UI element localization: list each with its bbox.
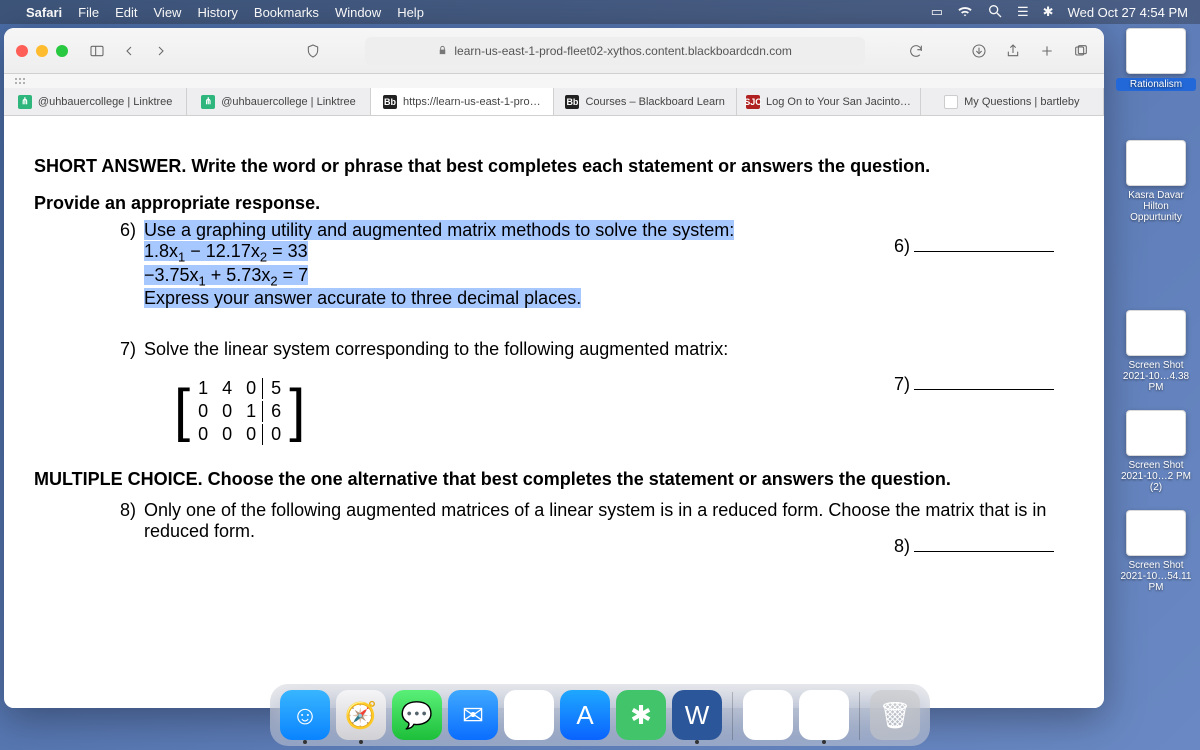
tab-label: Courses – Blackboard Learn (585, 96, 724, 108)
tab-label: @uhbauercollege | Linktree (38, 96, 173, 108)
tab-label: @uhbauercollege | Linktree (221, 96, 356, 108)
amphetamine-icon[interactable]: ✱ (1043, 4, 1054, 20)
page-content: SHORT ANSWER. Write the word or phrase t… (4, 116, 1104, 708)
close-button[interactable] (16, 45, 28, 57)
file-thumb-icon (1126, 28, 1186, 74)
dock-chrome[interactable]: ◯ (799, 690, 849, 740)
provide-subheading: Provide an appropriate response. (34, 193, 1074, 214)
q6-text: Use a graphing utility and augmented mat… (144, 220, 734, 240)
tab-label: Log On to Your San Jacinto… (766, 96, 911, 108)
tab-bar: ⋔ @uhbauercollege | Linktree ⋔ @uhbauercoll… (4, 88, 1104, 116)
desktop-file-2[interactable]: Screen Shot 2021-10…4.38 PM (1116, 310, 1196, 393)
favicon-icon: Bb (383, 95, 397, 109)
tab-1[interactable]: ⋔ @uhbauercollege | Linktree (187, 88, 370, 115)
dock-iclicker[interactable]: ✱ (616, 690, 666, 740)
favicon-icon: Bb (565, 95, 579, 109)
dock-word[interactable]: W (672, 690, 722, 740)
q7-text: Solve the linear system corresponding to… (144, 339, 1074, 360)
reload-icon[interactable] (905, 41, 927, 61)
menu-view[interactable]: View (154, 5, 182, 20)
address-text: learn-us-east-1-prod-fleet02-xythos.cont… (454, 44, 792, 58)
desktop-file-1[interactable]: Kasra Davar Hilton Oppurtunity (1116, 140, 1196, 223)
downloads-icon[interactable] (968, 41, 990, 61)
address-bar[interactable]: learn-us-east-1-prod-fleet02-xythos.cont… (365, 37, 865, 65)
tab-drag-handle[interactable] (4, 74, 1104, 88)
menubar: Safari File Edit View History Bookmarks … (0, 0, 1200, 24)
q8-number: 8) (34, 500, 144, 542)
tab-3[interactable]: Bb Courses – Blackboard Learn (554, 88, 737, 115)
dock-appstore[interactable]: A (560, 690, 610, 740)
new-tab-icon[interactable] (1036, 41, 1058, 61)
favicon-icon: ⋔ (201, 95, 215, 109)
desktop-file-0[interactable]: Rationalism (1116, 28, 1196, 91)
battery-icon[interactable]: ▭ (931, 4, 943, 20)
file-thumb-icon (1126, 310, 1186, 356)
desktop-file-4[interactable]: Screen Shot 2021-10…54.11 PM (1116, 510, 1196, 593)
q6-eq2: −3.75x1 + 5.73x2 = 7 (144, 265, 308, 285)
tab-0[interactable]: ⋔ @uhbauercollege | Linktree (4, 88, 187, 115)
window-controls[interactable] (16, 45, 68, 57)
share-icon[interactable] (1002, 41, 1024, 61)
control-center-icon[interactable]: ☰ (1017, 4, 1029, 20)
multiple-choice-heading: MULTIPLE CHOICE. Choose the one alternat… (34, 469, 1074, 490)
zoom-button[interactable] (56, 45, 68, 57)
wifi-icon[interactable] (957, 3, 973, 22)
file-label: Screen Shot 2021-10…4.38 PM (1116, 360, 1196, 393)
q6-eq1: 1.8x1 − 12.17x2 = 33 (144, 241, 308, 261)
file-label: Kasra Davar Hilton Oppurtunity (1116, 190, 1196, 223)
q6-tail: Express your answer accurate to three de… (144, 288, 581, 308)
dock-messages[interactable]: 💬 (392, 690, 442, 740)
short-answer-heading: SHORT ANSWER. Write the word or phrase t… (34, 156, 1074, 177)
tabs-overview-icon[interactable] (1070, 41, 1092, 61)
tab-4[interactable]: SJC Log On to Your San Jacinto… (737, 88, 920, 115)
file-label: Rationalism (1116, 78, 1196, 91)
tab-2[interactable]: Bb https://learn-us-east-1-pro… (371, 88, 554, 115)
menu-window[interactable]: Window (335, 5, 381, 20)
q6-number: 6) (34, 220, 144, 309)
q7-matrix: [ 140500160000 ] (174, 376, 305, 447)
dock: ☺🧭💬✉✿A✱W 🖼◯ 🗑 (270, 684, 930, 746)
tab-5[interactable]: b My Questions | bartleby (921, 88, 1104, 115)
q7-answer-blank: 7) (894, 374, 1054, 395)
safari-window: learn-us-east-1-prod-fleet02-xythos.cont… (4, 28, 1104, 708)
lock-icon (437, 45, 448, 56)
q7-number: 7) (34, 339, 144, 360)
dock-trash[interactable]: 🗑 (870, 690, 920, 740)
forward-icon[interactable] (150, 41, 172, 61)
shield-icon[interactable] (302, 41, 324, 61)
file-thumb-icon (1126, 410, 1186, 456)
spotlight-icon[interactable] (987, 3, 1003, 22)
dock-photos[interactable]: ✿ (504, 690, 554, 740)
favicon-icon: b (944, 95, 958, 109)
file-label: Screen Shot 2021-10…54.11 PM (1116, 560, 1196, 593)
q6-answer-blank: 6) (894, 236, 1054, 257)
menu-bookmarks[interactable]: Bookmarks (254, 5, 319, 20)
dock-safari[interactable]: 🧭 (336, 690, 386, 740)
app-name[interactable]: Safari (26, 5, 62, 20)
file-label: Screen Shot 2021-10…2 PM (2) (1116, 460, 1196, 493)
file-thumb-icon (1126, 140, 1186, 186)
clock[interactable]: Wed Oct 27 4:54 PM (1068, 5, 1188, 20)
menu-file[interactable]: File (78, 5, 99, 20)
q8-answer-blank: 8) (894, 536, 1054, 557)
dock-mail[interactable]: ✉ (448, 690, 498, 740)
minimize-button[interactable] (36, 45, 48, 57)
file-thumb-icon (1126, 510, 1186, 556)
toolbar: learn-us-east-1-prod-fleet02-xythos.cont… (4, 28, 1104, 74)
back-icon[interactable] (118, 41, 140, 61)
dock-finder[interactable]: ☺ (280, 690, 330, 740)
tab-label: My Questions | bartleby (964, 96, 1079, 108)
menu-edit[interactable]: Edit (115, 5, 137, 20)
desktop-file-3[interactable]: Screen Shot 2021-10…2 PM (2) (1116, 410, 1196, 493)
dock-preview[interactable]: 🖼 (743, 690, 793, 740)
favicon-icon: ⋔ (18, 95, 32, 109)
menu-help[interactable]: Help (397, 5, 424, 20)
tab-label: https://learn-us-east-1-pro… (403, 96, 541, 108)
sidebar-icon[interactable] (86, 41, 108, 61)
menu-history[interactable]: History (197, 5, 237, 20)
favicon-icon: SJC (746, 95, 760, 109)
